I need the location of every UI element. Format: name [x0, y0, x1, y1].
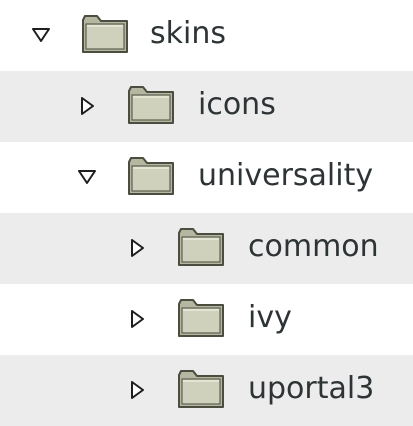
tree-row-common[interactable]: common [0, 213, 413, 284]
tree-node-label: common [248, 229, 379, 264]
triangle-down-icon[interactable] [32, 26, 50, 44]
tree-node-label: ivy [248, 300, 292, 335]
tree-node-label: icons [198, 87, 276, 122]
folder-icon [80, 11, 130, 55]
tree-row-icons[interactable]: icons [0, 71, 413, 142]
triangle-down-icon[interactable] [78, 168, 96, 186]
tree-row-universality[interactable]: universality [0, 142, 413, 213]
triangle-right-icon[interactable] [128, 310, 146, 328]
folder-icon [126, 153, 176, 197]
folder-icon [176, 224, 226, 268]
triangle-right-icon[interactable] [128, 381, 146, 399]
tree-node-label: skins [150, 16, 226, 51]
tree-row-skins[interactable]: skins [0, 0, 413, 71]
folder-icon [176, 295, 226, 339]
tree-node-label: universality [198, 158, 374, 193]
folder-tree: skins icons universality common ivy upor… [0, 0, 413, 426]
tree-node-label: uportal3 [248, 371, 375, 406]
triangle-right-icon[interactable] [78, 97, 96, 115]
tree-row-uportal3[interactable]: uportal3 [0, 355, 413, 426]
folder-icon [176, 366, 226, 410]
triangle-right-icon[interactable] [128, 239, 146, 257]
folder-icon [126, 82, 176, 126]
tree-row-ivy[interactable]: ivy [0, 284, 413, 355]
